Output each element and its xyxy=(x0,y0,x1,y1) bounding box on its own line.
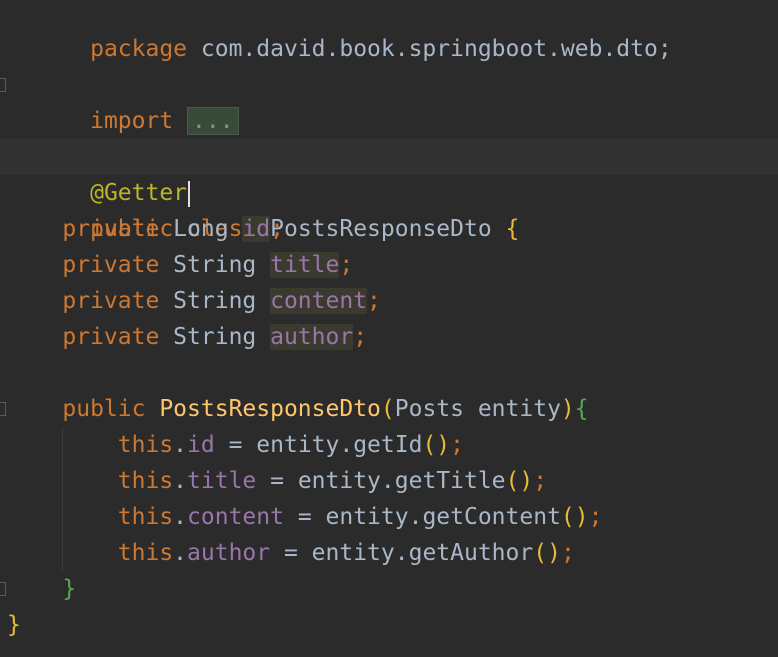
semicolon: ; xyxy=(367,288,381,314)
dot: . xyxy=(173,540,188,566)
assignment-expression: = entity.getContent xyxy=(283,504,561,530)
semicolon: ; xyxy=(270,216,284,242)
code-line-field-id[interactable]: private Long id; xyxy=(0,211,778,247)
field-type: String xyxy=(159,324,271,350)
assignment-expression: = entity.getTitle xyxy=(256,468,506,494)
code-line-constructor-close[interactable]: } xyxy=(0,571,778,607)
field-ref-id: id xyxy=(187,432,215,458)
call-parens: () xyxy=(560,504,589,530)
constructor-open-brace: { xyxy=(574,396,589,422)
semicolon: ; xyxy=(450,432,465,458)
call-parens: () xyxy=(422,432,451,458)
private-keyword: private xyxy=(62,288,160,314)
semicolon: ; xyxy=(339,252,354,278)
this-keyword: this xyxy=(117,468,174,494)
field-type: Long xyxy=(159,216,243,242)
fold-marker-icon[interactable] xyxy=(0,78,6,92)
call-parens: () xyxy=(505,468,534,494)
code-line-class-declaration[interactable]: public class PostsResponseDto { xyxy=(0,175,778,242)
this-keyword: this xyxy=(117,504,174,530)
constructor-close-brace: } xyxy=(62,576,77,602)
semicolon: ; xyxy=(353,324,368,350)
private-keyword: private xyxy=(62,324,160,350)
field-type: String xyxy=(159,288,271,314)
import-fold-button[interactable]: ... xyxy=(187,107,239,135)
semicolon: ; xyxy=(560,540,575,566)
private-keyword: private xyxy=(62,252,160,278)
code-line-assign-author[interactable]: this.author = entity.getAuthor(); xyxy=(0,535,778,571)
public-keyword: public xyxy=(62,396,146,422)
code-line-field-content[interactable]: private String content; xyxy=(0,283,778,319)
field-name-content: content xyxy=(270,288,368,314)
this-keyword: this xyxy=(117,432,174,458)
constructor-name: PostsResponseDto xyxy=(145,396,381,422)
field-name-id: id xyxy=(242,216,271,242)
assignment-expression: = entity.getId xyxy=(214,432,423,458)
constructor-params: Posts entity xyxy=(394,396,561,422)
package-keyword: package xyxy=(90,36,188,62)
fold-marker-icon[interactable] xyxy=(0,402,6,416)
package-name: com.david.book.springboot.web.dto; xyxy=(187,36,672,62)
code-line-assign-content[interactable]: this.content = entity.getContent(); xyxy=(0,499,778,535)
open-paren: ( xyxy=(380,396,395,422)
fold-marker-icon[interactable] xyxy=(0,582,6,596)
close-paren: ) xyxy=(560,396,575,422)
semicolon: ; xyxy=(588,504,603,530)
dot: . xyxy=(173,504,188,530)
code-line-field-title[interactable]: private String title; xyxy=(0,247,778,283)
dot: . xyxy=(173,468,188,494)
code-editor[interactable]: package com.david.book.springboot.web.dt… xyxy=(0,0,778,657)
this-keyword: this xyxy=(117,540,174,566)
field-name-author: author xyxy=(270,324,354,350)
import-keyword: import xyxy=(90,108,174,134)
code-line-assign-id[interactable]: this.id = entity.getId(); xyxy=(0,427,778,463)
dot: . xyxy=(173,432,188,458)
field-ref-author: author xyxy=(187,540,271,566)
call-parens: () xyxy=(533,540,561,566)
code-line-import[interactable]: import ... xyxy=(0,67,778,135)
field-name-title: title xyxy=(270,252,340,278)
assignment-expression: = entity.getAuthor xyxy=(270,540,534,566)
code-line-constructor[interactable]: public PostsResponseDto(Posts entity){ xyxy=(0,391,778,427)
field-type: String xyxy=(159,252,271,278)
semicolon: ; xyxy=(533,468,548,494)
code-line-class-close[interactable]: } xyxy=(0,607,778,643)
code-line-assign-title[interactable]: this.title = entity.getTitle(); xyxy=(0,463,778,499)
code-line-field-author[interactable]: private String author; xyxy=(0,319,778,355)
field-ref-title: title xyxy=(187,468,257,494)
code-line-package[interactable]: package com.david.book.springboot.web.dt… xyxy=(0,0,778,62)
field-ref-content: content xyxy=(187,504,284,530)
private-keyword: private xyxy=(62,216,160,242)
class-close-brace: } xyxy=(7,612,21,638)
code-line-annotation[interactable]: @Getter xyxy=(0,139,778,207)
